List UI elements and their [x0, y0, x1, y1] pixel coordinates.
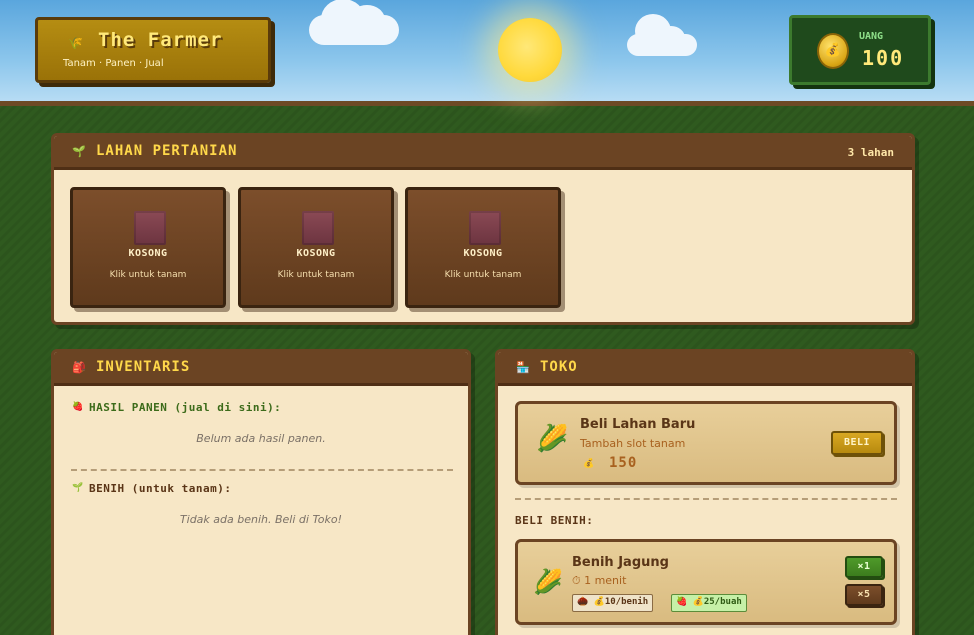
buy-seeds-label: BELI BENIH: — [515, 514, 594, 527]
wheat-icon: 🌾 — [68, 36, 83, 50]
farm-plot-3[interactable]: KOSONG Klik untuk tanam — [405, 187, 561, 308]
empty-soil-icon — [302, 211, 334, 245]
seed-icon: 🌱 — [72, 483, 84, 493]
plot-hint: Klik untuk tanam — [109, 270, 187, 280]
buy-land-title: Beli Lahan Baru — [580, 417, 696, 432]
shop-icon: 🏪 — [516, 361, 530, 374]
seed-sell-tag: 🍓 💰25/buah — [671, 594, 747, 612]
money-bag-icon: 💰 — [817, 33, 849, 69]
empty-soil-icon — [134, 211, 166, 245]
plot-status: KOSONG — [463, 248, 503, 259]
harvest-section-label: HASIL PANEN (jual di sini): — [89, 401, 282, 414]
seed-cost-icon: 🌰 — [577, 597, 589, 607]
buy-land-button[interactable]: BELI — [831, 431, 883, 455]
sun-decoration — [498, 18, 562, 82]
strawberry-icon: 🍓 — [72, 402, 84, 412]
plot-hint: Klik untuk tanam — [277, 270, 355, 280]
seed-name: Benih Jagung — [572, 555, 669, 570]
farm-plot-2[interactable]: KOSONG Klik untuk tanam — [238, 187, 394, 308]
sky-header: 🌾 The Farmer Tanam · Panen · Jual 💰 UANG… — [0, 0, 974, 106]
cloud-decoration — [627, 14, 697, 56]
game-subtitle: Tanam · Panen · Jual — [63, 58, 164, 69]
seed-sell-icon: 🍓 — [676, 597, 688, 607]
buy-seed-x1-button[interactable]: ×1 — [845, 556, 883, 578]
buy-land-subtitle: Tambah slot tanam — [580, 437, 686, 450]
buy-land-card: 🌽 Beli Lahan Baru Tambah slot tanam 💰 15… — [515, 401, 897, 485]
money-bag-icon: 💰 — [583, 459, 595, 469]
plot-status: KOSONG — [128, 248, 168, 259]
inventory-title: INVENTARIS — [96, 359, 191, 375]
plot-count: 3 lahan — [847, 146, 894, 159]
farm-land-header: 🌱 LAHAN PERTANIAN 3 lahan — [54, 136, 912, 170]
seed-item-card: 🌽 Benih Jagung ⏱ 1 menit 🌰 💰10/benih 🍓 💰… — [515, 539, 897, 625]
cloud-decoration — [309, 0, 399, 45]
corn-plant-icon: 🌽 — [536, 424, 569, 454]
money-display: 💰 UANG 100 — [789, 15, 931, 85]
buy-seed-x5-button[interactable]: ×5 — [845, 584, 883, 606]
harvest-empty-message: Belum ada hasil panen. — [196, 432, 326, 445]
seed-cost-value: 💰10/benih — [593, 597, 649, 607]
empty-soil-icon — [469, 211, 501, 245]
game-title: The Farmer — [98, 29, 223, 51]
plot-status: KOSONG — [296, 248, 336, 259]
farm-plot-1[interactable]: KOSONG Klik untuk tanam — [70, 187, 226, 308]
buy-land-price: 150 — [609, 455, 638, 471]
seed-cost-tag: 🌰 💰10/benih — [572, 594, 654, 612]
seed-grow-time: ⏱ 1 menit — [572, 574, 627, 587]
farm-land-panel: 🌱 LAHAN PERTANIAN 3 lahan KOSONG Klik un… — [51, 133, 915, 325]
plot-hint: Klik untuk tanam — [444, 270, 522, 280]
farm-land-title: LAHAN PERTANIAN — [96, 143, 238, 159]
money-label: UANG — [859, 31, 884, 42]
seeds-section-label: BENIH (untuk tanam): — [89, 482, 232, 495]
inventory-header: 🎒 INVENTARIS — [54, 352, 468, 386]
money-value: 100 — [862, 46, 905, 70]
seed-sell-value: 💰25/buah — [692, 597, 742, 607]
shop-header: 🏪 TOKO — [498, 352, 912, 386]
inventory-panel: 🎒 INVENTARIS 🍓 HASIL PANEN (jual di sini… — [51, 349, 471, 635]
game-title-badge: 🌾 The Farmer Tanam · Panen · Jual — [35, 17, 271, 83]
shop-title: TOKO — [540, 359, 578, 375]
corn-icon: 🌽 — [533, 568, 563, 596]
seeds-empty-message: Tidak ada benih. Beli di Toko! — [179, 513, 343, 526]
sprout-icon: 🌱 — [72, 145, 86, 158]
shop-panel: 🏪 TOKO 🌽 Beli Lahan Baru Tambah slot tan… — [495, 349, 915, 635]
section-divider — [71, 469, 453, 471]
section-divider — [515, 498, 897, 500]
backpack-icon: 🎒 — [72, 361, 86, 374]
